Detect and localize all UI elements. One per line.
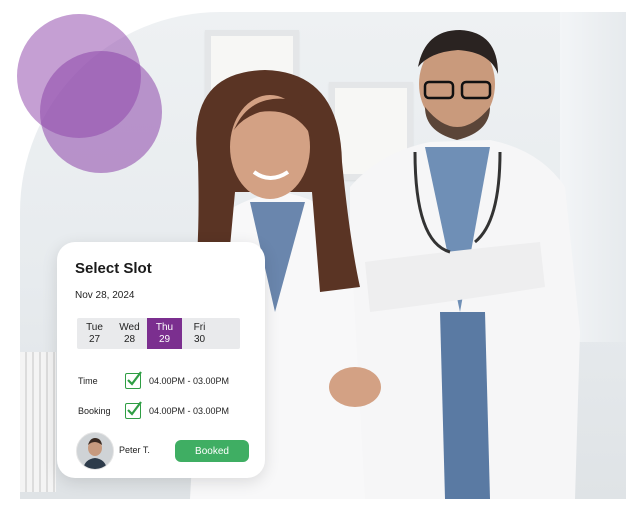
check-icon: [127, 401, 142, 416]
day-tue[interactable]: Tue 27: [77, 318, 112, 349]
day-number: 28: [123, 333, 136, 345]
time-checkbox[interactable]: [125, 371, 142, 389]
time-value: 04.00PM - 03.00PM: [149, 376, 230, 386]
day-number: 30: [193, 333, 206, 345]
person-name: Peter T.: [119, 445, 150, 455]
day-number: 29: [158, 333, 171, 345]
day-wed[interactable]: Wed 28: [112, 318, 147, 349]
day-fri[interactable]: Fri 30: [182, 318, 217, 349]
booking-row: Booking 04.00PM - 03.00PM: [78, 401, 230, 419]
booked-button[interactable]: Booked: [175, 440, 249, 462]
check-icon: [127, 371, 142, 386]
decor-bubble-2: [40, 51, 162, 173]
day-name: Fri: [193, 321, 206, 333]
avatar: [76, 432, 114, 470]
booking-label: Booking: [78, 406, 111, 416]
selected-date: Nov 28, 2024: [75, 290, 135, 301]
day-name: Thu: [155, 321, 174, 333]
day-name: Wed: [119, 321, 140, 333]
avatar-photo: [77, 433, 113, 469]
booking-value: 04.00PM - 03.00PM: [149, 406, 230, 416]
day-picker: Tue 27 Wed 28 Thu 29 Fri 30: [77, 318, 240, 349]
hero-stage: Select Slot Nov 28, 2024 Tue 27 Wed 28 T…: [0, 0, 636, 521]
time-row: Time 04.00PM - 03.00PM: [78, 371, 230, 389]
card-title: Select Slot: [75, 260, 152, 277]
booking-checkbox[interactable]: [125, 401, 142, 419]
time-label: Time: [78, 376, 98, 386]
day-thu-selected[interactable]: Thu 29: [147, 318, 182, 349]
select-slot-card: Select Slot Nov 28, 2024 Tue 27 Wed 28 T…: [57, 242, 265, 478]
day-number: 27: [88, 333, 101, 345]
day-name: Tue: [86, 321, 103, 333]
